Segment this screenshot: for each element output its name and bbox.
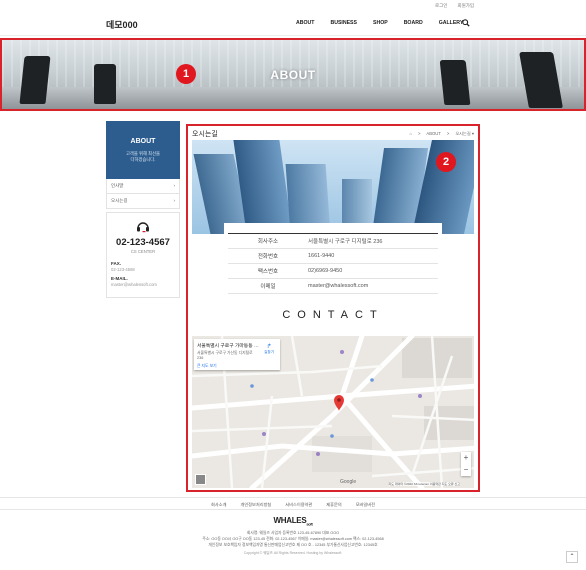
footer-logo-text: WHALES — [273, 516, 307, 525]
hero-floor — [2, 87, 584, 109]
sidebar-title: ABOUT — [130, 138, 156, 145]
hero-banner: ABOUT 1 — [0, 38, 586, 111]
footer-links: 회사소개 개인정보처리방침 서비스이용약관 제휴문의 모바일버전 — [0, 498, 586, 510]
info-key: 팩스번호 — [257, 269, 279, 275]
email-value: master@whalessoft.com — [111, 282, 157, 287]
info-value: 02)6969-9450 — [308, 268, 343, 274]
site-header: 데모000 ABOUT BUSINESS SHOP BOARD GALLERY — [0, 12, 586, 36]
annotation-badge-2: 2 — [436, 152, 456, 172]
nav-item-board[interactable]: BOARD — [404, 20, 423, 26]
chevron-right-icon: › — [173, 198, 176, 203]
footer-link-about[interactable]: 회사소개 — [211, 502, 226, 509]
footer-company-info: 회사명: 웨일즈 사업자 등록번호 123-45-67890 대표 OOO 주소… — [0, 530, 586, 548]
scroll-to-top-button[interactable]: ⌃ — [566, 551, 578, 563]
map-card-address: 서울특별시 구로구 가산동 디지털로 236 — [197, 351, 253, 360]
page-title: 오시는길 — [192, 130, 218, 138]
footer-info-line: 개인정보 보호책임자 정보책임자명 통신판매업신고번호 제 OO 호 - 123… — [208, 542, 378, 547]
utility-links: 로그인 회원가입 — [435, 3, 474, 9]
nav-item-shop[interactable]: SHOP — [373, 20, 388, 26]
sidebar-item-directions[interactable]: 오시는길 › — [106, 194, 180, 209]
info-value: master@whalessoft.com — [308, 283, 369, 289]
site-footer: 회사소개 개인정보처리방침 서비스이용약관 제휴문의 모바일버전 WHALESs… — [0, 497, 586, 570]
sidebar: ABOUT 고객을 위해 최선을 다하겠습니다. 인사말 › 오시는길 › 02… — [106, 121, 180, 298]
footer-copyright: Copyright © 웨일즈 All Rights Reserved. Hos… — [243, 550, 343, 555]
zoom-in-button[interactable]: + — [461, 452, 471, 464]
chair-image — [439, 60, 471, 105]
search-icon[interactable] — [462, 19, 470, 27]
content-area: 오시는길 ⌂ > ABOUT > 오시는길 ▾ 2 회사주소 서울특별시 구로구… — [186, 124, 480, 492]
cs-center-card: 02-123-4567 CS CENTER FAX. 02-123-4568 E… — [106, 212, 180, 298]
fax-label: FAX. — [111, 261, 122, 266]
info-row-phone: 전화번호 1661-9440 — [228, 249, 438, 264]
nav-item-gallery[interactable]: GALLERY — [439, 20, 464, 26]
company-info-table: 회사주소 서울특별시 구로구 디지털로 236 전화번호 1661-9440 팩… — [224, 223, 442, 294]
hero-title: ABOUT — [270, 68, 316, 82]
map-place-card: 서울특별시 구로구 가마동동 … 서울특별시 구로구 가산동 디지털로 236 … — [194, 339, 280, 370]
directions-icon: ↱ — [266, 344, 272, 350]
sidebar-item-label: 오시는길 — [111, 198, 128, 203]
breadcrumb-separator: > — [417, 131, 421, 136]
fax-value: 02-123-4568 — [111, 267, 135, 272]
info-value: 1661-9440 — [308, 253, 335, 259]
content-header: 오시는길 ⌂ > ABOUT > 오시는길 ▾ — [192, 128, 474, 139]
info-row-email: 이메일 master@whalessoft.com — [228, 279, 438, 294]
annotation-badge-1: 1 — [176, 64, 196, 84]
sidebar-subtitle: 고객을 위해 최선을 다하겠습니다. — [106, 151, 180, 163]
site-logo[interactable]: 데모000 — [106, 18, 138, 31]
breadcrumb-current-dropdown[interactable]: 오시는길 ▾ — [455, 131, 474, 137]
breadcrumb-separator: > — [446, 131, 450, 136]
footer-link-mobile[interactable]: 모바일버전 — [356, 502, 375, 509]
directions-label: 길찾기 — [264, 350, 274, 354]
info-row-address: 회사주소 서울특별시 구로구 디지털로 236 — [228, 234, 438, 249]
sidebar-header: ABOUT 고객을 위해 최선을 다하겠습니다. — [106, 121, 180, 179]
directions-button[interactable]: ↱ 길찾기 — [264, 343, 274, 355]
city-buildings-image: 2 — [192, 140, 474, 234]
sidebar-subtitle-line-2: 다하겠습니다. — [130, 157, 156, 162]
info-value: 서울특별시 구로구 디지털로 236 — [308, 239, 383, 245]
map-zoom-control: + − — [461, 452, 471, 476]
sidebar-item-label: 인사말 — [111, 183, 124, 188]
nav-item-business[interactable]: BUSINESS — [330, 20, 357, 26]
footer-logo: WHALESsoft — [0, 516, 586, 527]
google-logo: Google — [340, 479, 357, 485]
contact-heading: CONTACT — [282, 309, 384, 321]
info-key: 회사주소 — [257, 239, 279, 245]
info-key: 이메일 — [260, 284, 276, 290]
cs-label: CS CENTER — [130, 249, 156, 254]
footer-link-terms[interactable]: 서비스이용약관 — [285, 502, 312, 509]
headset-icon — [137, 222, 149, 233]
cs-phone: 02-123-4567 — [116, 237, 170, 248]
chevron-right-icon: › — [173, 183, 176, 188]
map-type-toggle[interactable] — [195, 474, 206, 485]
zoom-out-button[interactable]: − — [461, 464, 471, 476]
footer-logo-suffix: soft — [306, 521, 313, 527]
join-link[interactable]: 회원가입 — [457, 3, 474, 9]
breadcrumb-about[interactable]: ABOUT — [426, 131, 440, 136]
sidebar-item-greeting[interactable]: 인사말 › — [106, 179, 180, 194]
map-attribution[interactable]: 지도 데이터 ©2020 SK telecom 이용약관 지도 오류 신고 — [388, 482, 460, 486]
footer-link-privacy[interactable]: 개인정보처리방침 — [240, 502, 271, 509]
utility-bar: 로그인 회원가입 — [0, 0, 586, 12]
email-label: E-MAIL. — [111, 276, 128, 281]
footer-link-partnership[interactable]: 제휴문의 — [326, 502, 341, 509]
info-key: 전화번호 — [257, 254, 279, 260]
view-larger-map-link[interactable]: 큰 지도 보기 — [197, 364, 277, 369]
google-map[interactable]: 서울특별시 구로구 가마동동 … 서울특별시 구로구 가산동 디지털로 236 … — [192, 336, 474, 488]
info-row-fax: 팩스번호 02)6969-9450 — [228, 264, 438, 279]
login-link[interactable]: 로그인 — [435, 3, 447, 9]
home-icon[interactable]: ⌂ — [409, 131, 412, 136]
nav-item-about[interactable]: ABOUT — [296, 20, 314, 26]
breadcrumb: ⌂ > ABOUT > 오시는길 ▾ — [409, 131, 474, 137]
main-nav: ABOUT BUSINESS SHOP BOARD GALLERY — [296, 19, 479, 27]
